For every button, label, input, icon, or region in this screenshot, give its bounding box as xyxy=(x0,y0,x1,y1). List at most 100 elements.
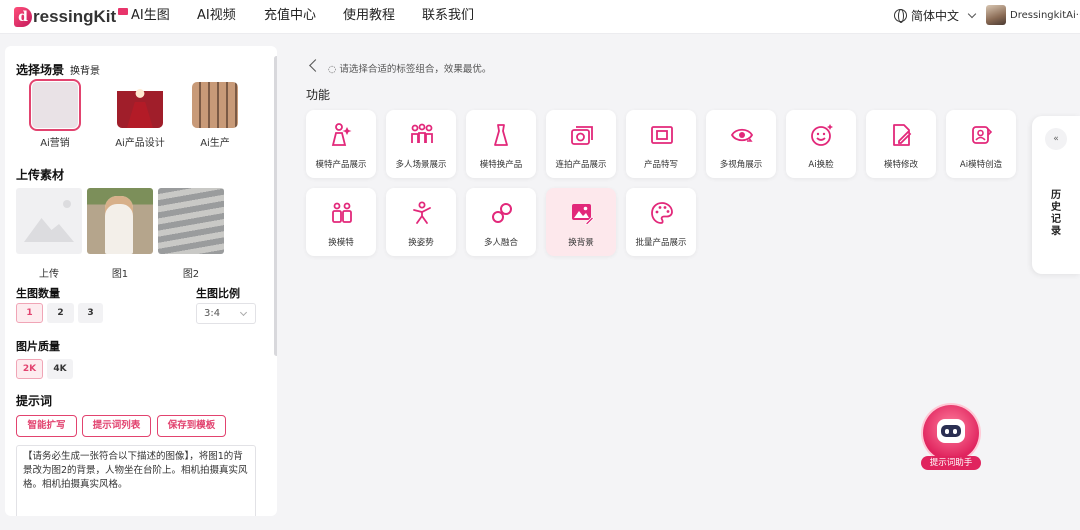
image-1-caption: 图1 xyxy=(111,269,129,280)
scene-ai-product-design[interactable]: Ai产品设计 xyxy=(105,82,175,149)
image-edit-icon xyxy=(572,204,594,225)
swap-model-icon xyxy=(332,202,352,223)
func-label: 多人融合 xyxy=(483,238,518,248)
func-label: 多视角展示 xyxy=(719,160,763,170)
material-image-1[interactable] xyxy=(87,188,153,254)
count-option-2[interactable]: 2 xyxy=(47,303,74,323)
nav-ai-image[interactable]: AI生图 xyxy=(131,7,197,25)
language-selector[interactable]: 简体中文 xyxy=(894,7,977,24)
pose-icon xyxy=(413,201,431,224)
func-label: Ai模特创造 xyxy=(959,160,1003,170)
nav-tutorial[interactable]: 使用教程 xyxy=(343,7,422,25)
func-card-swap-model[interactable]: 换模特 xyxy=(306,188,376,256)
shield-icon: ◌ xyxy=(328,64,340,75)
func-card-model-swap-product[interactable]: 模特换产品 xyxy=(466,110,536,178)
history-label: 历史记录 xyxy=(1051,190,1061,237)
func-label: 换背景 xyxy=(568,238,594,248)
func-card-burst-product[interactable]: 连拍产品展示 xyxy=(546,110,616,178)
function-title: 功能 xyxy=(306,88,331,102)
ratio-value: 3:4 xyxy=(204,308,221,319)
smile-face-icon xyxy=(811,124,833,146)
dress-icon xyxy=(494,124,508,146)
logo-mark: d xyxy=(14,7,32,27)
func-label: 换姿势 xyxy=(408,238,434,248)
func-card-model-edit[interactable]: 模特修改 xyxy=(866,110,936,178)
func-card-multi-scene[interactable]: 多人场景展示 xyxy=(386,110,456,178)
func-label: 模特修改 xyxy=(883,160,918,170)
tip-text: ◌ 请选择合适的标签组合，效果最优。 xyxy=(328,61,491,75)
func-card-product-closeup[interactable]: 产品特写 xyxy=(626,110,696,178)
panel-scrollbar[interactable] xyxy=(274,56,277,356)
chevron-down-icon xyxy=(239,308,248,317)
quality-option-2k[interactable]: 2K xyxy=(16,359,43,379)
brand-logo[interactable]: d ressingKit xyxy=(14,5,129,29)
func-card-multi-fusion[interactable]: 多人融合 xyxy=(466,188,536,256)
avatar xyxy=(986,5,1006,25)
eye-rotate-icon xyxy=(730,128,754,142)
count-title: 生图数量 xyxy=(16,287,60,300)
robot-face xyxy=(937,419,965,443)
func-label: 连拍产品展示 xyxy=(555,160,607,170)
scene-thumbnail xyxy=(192,82,238,128)
ratio-select[interactable]: 3:4 xyxy=(196,303,256,324)
func-label: 模特产品展示 xyxy=(315,160,367,170)
collapse-icon[interactable]: « xyxy=(1045,128,1067,150)
count-option-3[interactable]: 3 xyxy=(78,303,103,323)
frame-icon xyxy=(651,126,673,144)
func-card-batch-product[interactable]: 批量产品展示 xyxy=(626,188,696,256)
image-2-caption: 图2 xyxy=(182,269,200,280)
quality-option-4k[interactable]: 4K xyxy=(47,359,73,379)
assistant-label: 提示词助手 xyxy=(921,456,981,470)
nav-recharge[interactable]: 充值中心 xyxy=(264,7,343,25)
language-label: 简体中文 xyxy=(911,9,960,23)
username: DressingkitAi··· xyxy=(1010,9,1080,21)
group-people-icon xyxy=(411,123,433,143)
scene-ai-marketing[interactable]: Ai营销 xyxy=(25,79,85,149)
func-card-model-product[interactable]: 模特产品展示 xyxy=(306,110,376,178)
back-chevron-icon[interactable] xyxy=(309,59,322,72)
func-label: 模特换产品 xyxy=(479,160,523,170)
scene-thumbnail xyxy=(117,82,163,128)
material-image-2[interactable] xyxy=(158,188,224,254)
func-card-ai-model-create[interactable]: Ai模特创造 xyxy=(946,110,1016,178)
settings-panel: 选择场景 换背景 Ai营销 Ai产品设计 Ai生产 上传素材 上传 图1 图2 生… xyxy=(5,46,277,516)
model-product-icon xyxy=(331,123,352,146)
scene-title: 选择场景 换背景 xyxy=(16,61,100,78)
scene-thumbnail xyxy=(29,79,81,131)
func-label: 换模特 xyxy=(328,238,354,248)
prompt-textarea[interactable]: 【请务必生成一张符合以下描述的图像】，将图1的背景改为图2的背景，人物坐在台阶上… xyxy=(16,445,256,516)
top-navigation-bar: d ressingKit AI生图 AI视频 充值中心 使用教程 联系我们 简体… xyxy=(0,0,1080,34)
func-label: 产品特写 xyxy=(643,160,678,170)
func-card-face-swap[interactable]: Ai换脸 xyxy=(786,110,856,178)
upload-caption: 上传 xyxy=(39,269,59,280)
edit-document-icon xyxy=(893,124,912,146)
nav-ai-video[interactable]: AI视频 xyxy=(197,7,264,25)
main-nav: AI生图 AI视频 充值中心 使用教程 联系我们 xyxy=(131,7,474,25)
count-option-1[interactable]: 1 xyxy=(16,303,43,323)
save-template-button[interactable]: 保存到模板 xyxy=(157,415,226,437)
logo-text: ressingKit xyxy=(33,7,117,26)
quality-title: 图片质量 xyxy=(16,340,60,353)
nav-contact[interactable]: 联系我们 xyxy=(422,7,474,25)
scene-subtitle: 换背景 xyxy=(70,66,101,77)
upload-dropzone[interactable] xyxy=(16,188,82,254)
material-title: 上传素材 xyxy=(16,168,65,182)
smart-expand-button[interactable]: 智能扩写 xyxy=(16,415,77,437)
robot-eye xyxy=(945,429,949,434)
tip-label: 请选择合适的标签组合，效果最优。 xyxy=(339,64,492,75)
user-menu[interactable]: DressingkitAi··· xyxy=(986,5,1080,25)
func-card-swap-background[interactable]: 换背景 xyxy=(546,188,616,256)
robot-icon xyxy=(923,405,979,461)
chevron-down-icon xyxy=(967,9,977,19)
func-label: Ai换脸 xyxy=(808,160,834,170)
scene-ai-production[interactable]: Ai生产 xyxy=(185,82,245,149)
func-card-swap-pose[interactable]: 换姿势 xyxy=(386,188,456,256)
prompt-title: 提示词 xyxy=(16,394,53,408)
func-card-multi-view[interactable]: 多视角展示 xyxy=(706,110,776,178)
model-create-icon xyxy=(972,126,993,144)
scene-label: Ai生产 xyxy=(200,138,230,149)
func-label: 批量产品展示 xyxy=(635,238,687,248)
history-drawer[interactable]: « 历史记录 xyxy=(1032,116,1080,274)
prompt-assistant-button[interactable]: 提示词助手 xyxy=(921,405,981,471)
prompt-list-button[interactable]: 提示词列表 xyxy=(82,415,151,437)
